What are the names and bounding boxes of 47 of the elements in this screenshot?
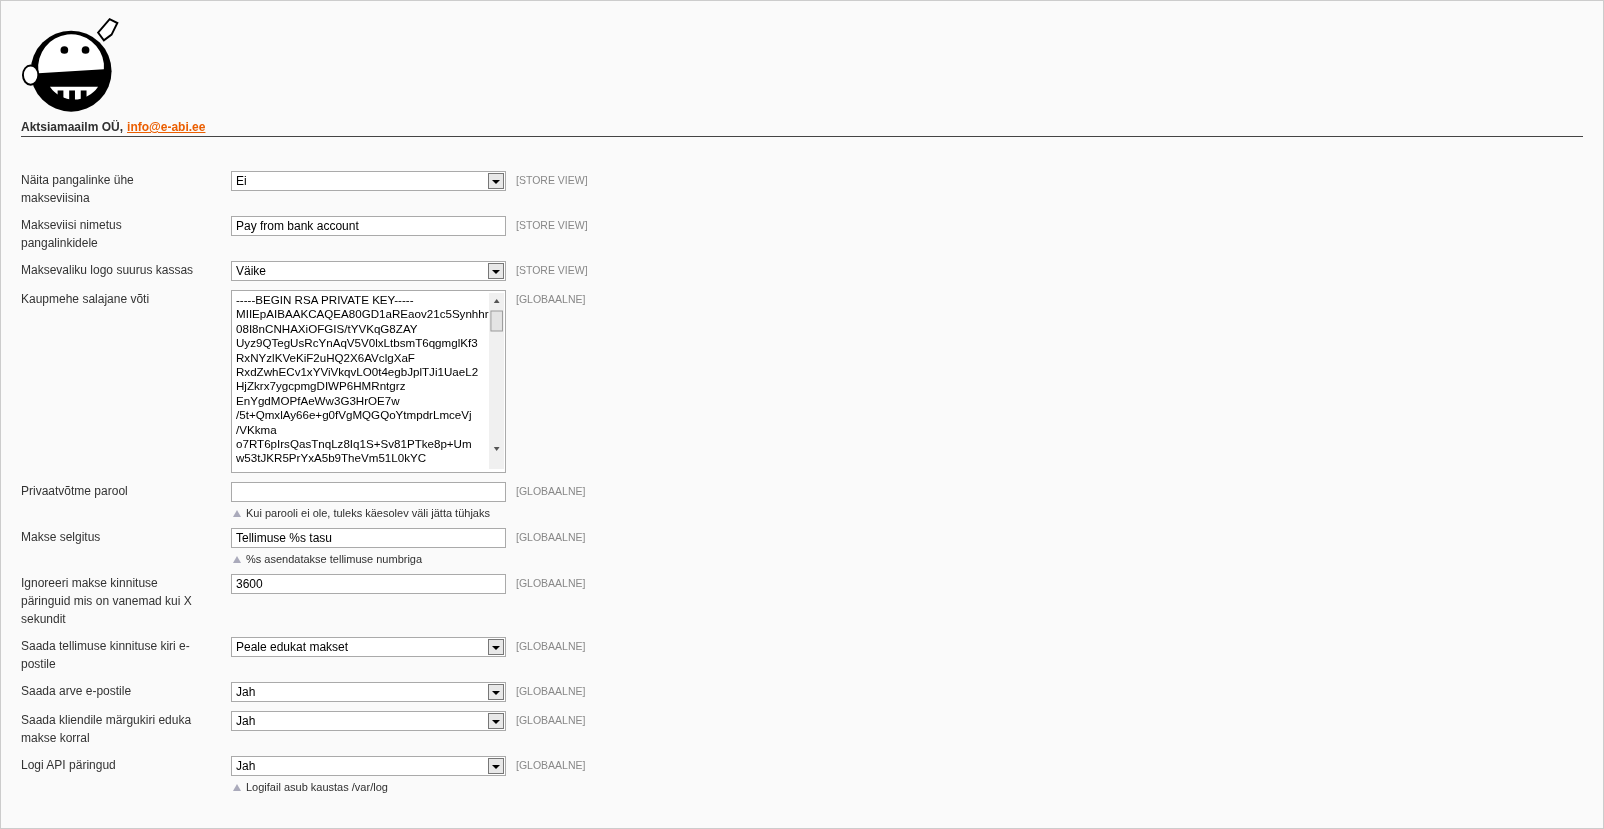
field-hint: Logifail asub kaustas /var/log [246, 781, 388, 793]
caret-icon [488, 684, 504, 700]
scope-label: [GLOBAALNE] [516, 758, 587, 773]
caret-icon [488, 263, 504, 279]
triangle-icon [233, 783, 241, 791]
caret-icon [488, 713, 504, 729]
scope-label: [GLOBAALNE] [516, 639, 587, 654]
scope-label: [GLOBAALNE] [516, 713, 587, 728]
input-field[interactable]: 3600 [231, 574, 506, 594]
dropdown[interactable]: Jah [231, 711, 506, 731]
field-label: Privaatvõtme parool [21, 483, 129, 500]
field-label: Makse selgitus [21, 529, 102, 546]
field-label: Makseviisi nimetus pangalinkidele [21, 217, 123, 252]
field-label: Ignoreeri makse kinnituse päringuid mis on vanemad kui X sekundit [21, 575, 193, 628]
scope-label: [GLOBAALNE] [516, 292, 587, 307]
scope-label: [STORE VIEW] [516, 263, 589, 278]
field-label: Maksevaliku logo suurus kassas [21, 262, 195, 279]
field-label: Saada arve e-postile [21, 683, 133, 700]
scope-label: [STORE VIEW] [516, 173, 589, 188]
scope-label: [GLOBAALNE] [516, 484, 587, 499]
scope-label: [STORE VIEW] [516, 218, 589, 233]
triangle-icon [233, 555, 241, 563]
field-label: Saada kliendile märgukiri eduka makse korral [21, 712, 193, 747]
caret-icon [488, 639, 504, 655]
field-label: Logi API päringud [21, 757, 117, 774]
scope-label: [GLOBAALNE] [516, 684, 587, 699]
input-field[interactable] [231, 482, 506, 502]
dropdown[interactable]: Peale edukat makset [231, 637, 506, 657]
triangle-icon [233, 509, 241, 517]
dropdown[interactable]: Jah [231, 756, 506, 776]
input-field[interactable]: Pay from bank account [231, 216, 506, 236]
field-label: Saada tellimuse kinnituse kiri e-postile [21, 638, 191, 673]
scope-label: [GLOBAALNE] [516, 530, 587, 545]
dropdown[interactable]: Väike [231, 261, 506, 281]
caret-icon [488, 758, 504, 774]
dropdown[interactable]: Jah [231, 682, 506, 702]
field-label: Näita pangalinke ühe makseviisina [21, 172, 135, 207]
caret-icon [488, 173, 504, 189]
field-hint: %s asendatakse tellimuse numbriga [246, 553, 423, 565]
text-area[interactable]: -----BEGIN RSA PRIVATE KEY----- MIIEpAIBAAKCAQEA80GD1aREaov21c5Synhhr 08I8nCNHAXiOFGIS/tYVKqG8ZAY Uyz9QTegUsRcYnAqV5V0lxLtbsmT6qgmglKf3 RxNYzlKVeKiF2uHQ2X6AVclgXaF RxdZwhECv1xYViVkqvLO0t4egbJplTJi1UaeL2 HjZkrx7ygcpmgDIWP6HMRntgrz EnYgdMOPfAeWw3G3HrOE7w /5t+QmxlAy66e+g0fVgMQGQoYtmpdrLmceVj /VKkma o7RT6pIrsQasTnqLz8Iq1S+Sv81PTke8p+Um w53tJKR5PrYxA5b9TheVm51L0kYC [231, 290, 506, 473]
input-field[interactable]: Tellimuse %s tasu [231, 528, 506, 548]
company-name: Aktsiamaailm OÜ, [21, 120, 124, 134]
dropdown[interactable]: Ei [231, 171, 506, 191]
scope-label: [GLOBAALNE] [516, 576, 587, 591]
field-label: Kaupmehe salajane võti [21, 291, 151, 308]
field-hint: Kui parooli ei ole, tuleks käesolev väli jätta tühjaks [246, 507, 490, 519]
scrollbar[interactable] [488, 293, 504, 469]
